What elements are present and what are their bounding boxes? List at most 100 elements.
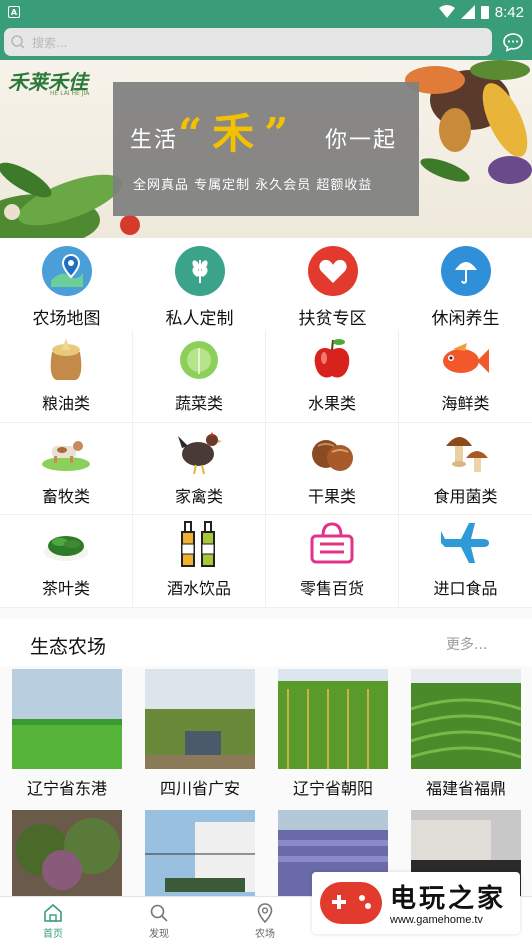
category-label: 干果类: [307, 486, 356, 506]
map-pin-icon: [41, 246, 92, 296]
banner-line1: 生活: [130, 128, 179, 153]
quick-entry-leisure[interactable]: 休闲养生: [399, 238, 532, 330]
brand-logo-sub: HE LAI HE JIA: [50, 90, 90, 97]
farm-card[interactable]: 福建省福鼎: [411, 669, 521, 799]
heart-icon: [307, 246, 358, 296]
farm-label: 辽宁省朝阳: [292, 779, 373, 798]
category-label: 进口食品: [433, 579, 498, 599]
cow-icon: [39, 427, 93, 477]
wifi-icon: [438, 5, 455, 18]
app-screen: A 8:42 搜索... 禾莱禾佳 HE LAI HE JIA 生活 “禾” 你…: [0, 0, 532, 946]
quick-entry-label: 农场地图: [32, 309, 101, 329]
status-bar: A 8:42: [0, 0, 532, 24]
signal-icon: [460, 5, 475, 19]
chicken-icon: [172, 427, 226, 477]
category-drinks[interactable]: 酒水饮品: [133, 515, 266, 608]
nav-discover[interactable]: 发现: [106, 897, 212, 946]
category-livestock[interactable]: 畜牧类: [0, 422, 133, 516]
farm-card[interactable]: 辽宁省东港: [12, 669, 122, 799]
category-tea[interactable]: 茶叶类: [0, 515, 133, 608]
farm-photo: [12, 669, 122, 769]
grain-sack-icon: [39, 334, 93, 384]
cabbage-icon: [172, 334, 226, 384]
watermark-title: 电玩之家: [390, 884, 507, 914]
nut-icon: [305, 427, 359, 477]
location-icon: [257, 903, 273, 923]
quick-entry-poverty-relief[interactable]: 扶贫专区: [266, 238, 399, 330]
farm-label: 福建省福鼎: [425, 779, 506, 798]
nav-home[interactable]: 首页: [0, 897, 106, 946]
category-grid: 粮油类 蔬菜类 水果类 海鲜类 畜牧类 家禽类 干果类 食用菌类 茶叶类 酒水饮…: [0, 330, 532, 608]
search-icon: [11, 35, 25, 49]
category-dried-fruit[interactable]: 干果类: [266, 422, 399, 516]
banner-quote: “禾”: [178, 109, 299, 158]
category-seafood[interactable]: 海鲜类: [399, 330, 532, 423]
status-icons: 8:42: [438, 3, 524, 21]
category-grain-oil[interactable]: 粮油类: [0, 330, 133, 423]
farm-photo: [145, 810, 255, 910]
category-retail[interactable]: 零售百货: [266, 515, 399, 608]
category-label: 水果类: [307, 394, 356, 413]
category-label: 蔬菜类: [174, 394, 223, 413]
farm-label: 辽宁省东港: [26, 779, 107, 798]
category-fruit[interactable]: 水果类: [266, 330, 399, 423]
promo-banner[interactable]: 禾莱禾佳 HE LAI HE JIA 生活 “禾” 你一起 全网真品 专属定制 …: [0, 60, 532, 238]
section-title: 生态农场: [30, 636, 107, 658]
nav-label: 首页: [43, 929, 63, 940]
category-label: 酒水饮品: [166, 579, 231, 599]
battery-icon: [480, 6, 489, 19]
watermark-url: www.gamehome.tv: [390, 914, 483, 926]
farm-photo: [278, 669, 388, 769]
category-label: 粮油类: [41, 394, 90, 413]
farm-photo: [145, 669, 255, 769]
quick-entry-label: 私人定制: [165, 309, 234, 329]
quick-entry-label: 扶贫专区: [298, 309, 367, 329]
message-icon[interactable]: [502, 31, 524, 53]
farm-label: 四川省广安: [159, 779, 240, 798]
search-header: 搜索...: [0, 24, 532, 60]
nav-label: 发现: [149, 929, 169, 940]
search-icon: [150, 904, 168, 922]
eco-farm-section: 生态农场 更多... 辽宁省东港 四川省广安 辽宁省朝阳 福建省福鼎: [0, 608, 532, 900]
category-label: 零售百货: [299, 579, 364, 599]
search-placeholder: 搜索...: [32, 35, 68, 50]
category-label: 茶叶类: [41, 579, 90, 599]
fish-icon: [439, 334, 493, 384]
banner-line2: 你一起: [325, 128, 398, 153]
plane-icon: [439, 519, 493, 569]
home-icon: [44, 903, 62, 922]
section-header: 生态农场 更多...: [0, 618, 532, 666]
more-link[interactable]: 更多...: [446, 634, 487, 654]
category-label: 食用菌类: [433, 486, 498, 506]
tea-leaf-icon: [39, 519, 93, 569]
farm-card[interactable]: 辽宁省朝阳: [278, 669, 388, 799]
category-label: 畜牧类: [41, 486, 90, 506]
gamepad-icon: [320, 882, 382, 924]
farm-photo: [411, 669, 521, 769]
category-imported[interactable]: 进口食品: [399, 515, 532, 608]
category-label: 家禽类: [174, 486, 223, 506]
quick-entry-farm-map[interactable]: 农场地图: [0, 238, 133, 330]
nav-farm[interactable]: 农场: [212, 897, 318, 946]
quick-entry-label: 休闲养生: [431, 309, 500, 329]
category-vegetables[interactable]: 蔬菜类: [133, 330, 266, 423]
farm-photo: [12, 810, 122, 910]
category-mushroom[interactable]: 食用菌类: [399, 423, 532, 516]
notification-icon: A: [8, 6, 20, 18]
apple-icon: [305, 334, 359, 384]
bottles-icon: [172, 519, 226, 569]
quick-entry-private-custom[interactable]: 私人定制: [133, 238, 266, 330]
wheat-icon: [174, 246, 225, 296]
watermark-badge: 电玩之家 www.gamehome.tv: [312, 872, 520, 934]
search-input[interactable]: 搜索...: [4, 28, 492, 56]
mushroom-icon: [439, 427, 493, 477]
quick-entries: 农场地图 私人定制 扶贫专区 休闲养生: [0, 238, 532, 330]
umbrella-icon: [440, 246, 491, 296]
category-poultry[interactable]: 家禽类: [133, 422, 266, 516]
category-label: 海鲜类: [441, 394, 490, 413]
banner-subtitle: 全网真品 专属定制 永久会员 超额收益: [133, 178, 373, 193]
farm-card[interactable]: [12, 810, 122, 910]
farm-card[interactable]: 四川省广安: [145, 669, 255, 799]
status-time: 8:42: [494, 3, 524, 21]
farm-card[interactable]: [145, 810, 255, 910]
